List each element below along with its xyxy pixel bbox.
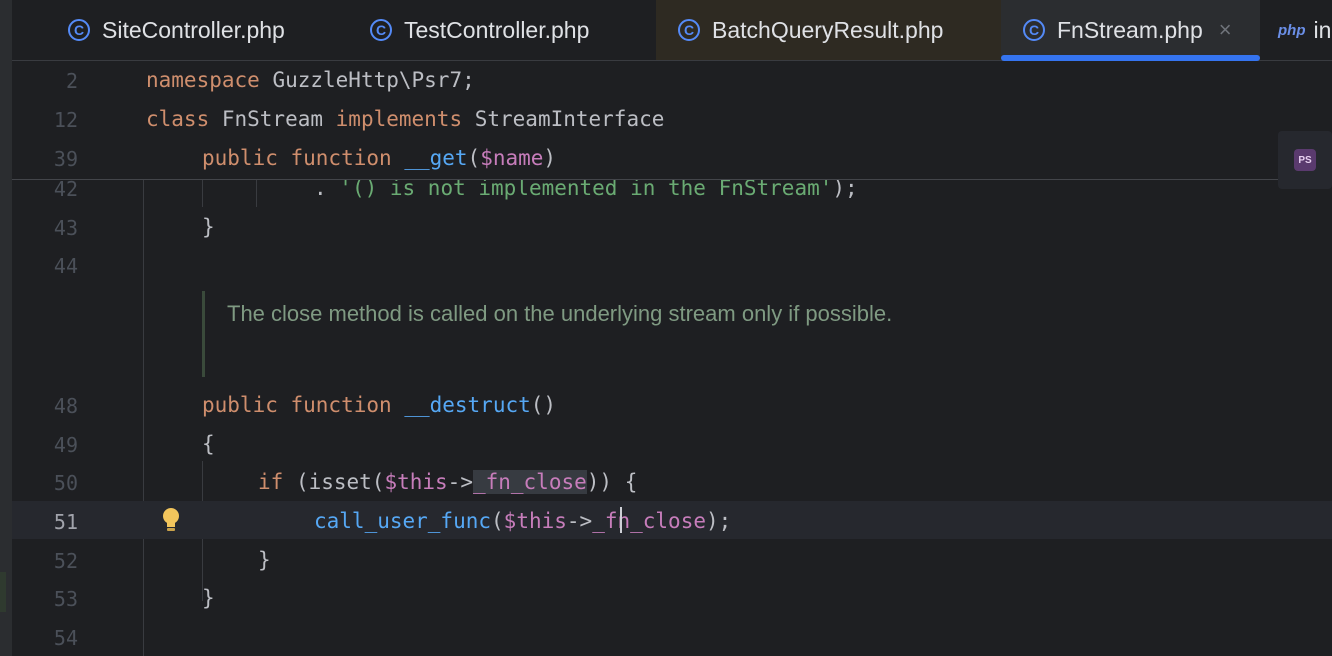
indent-guide bbox=[143, 179, 144, 656]
tab-label: SiteController.php bbox=[102, 16, 285, 43]
line-number: 53 bbox=[53, 587, 78, 611]
php-file-icon: php bbox=[1278, 21, 1306, 39]
php-class-icon: C bbox=[68, 19, 90, 41]
line-number: 43 bbox=[53, 216, 78, 240]
left-tool-strip bbox=[0, 0, 12, 656]
code-editor[interactable]: 2 namespace GuzzleHttp\Psr7; 12 class Fn… bbox=[12, 61, 1332, 656]
close-icon[interactable]: × bbox=[1219, 17, 1232, 43]
line-number: 2 bbox=[65, 69, 78, 93]
code-line: } bbox=[258, 548, 271, 572]
code-line: } bbox=[202, 215, 215, 239]
tab-batch-query-result[interactable]: C BatchQueryResult.php bbox=[656, 0, 1001, 60]
change-marker bbox=[0, 572, 6, 612]
code-line: if (isset($this->_fn_close)) { bbox=[258, 470, 638, 494]
line-number: 50 bbox=[53, 471, 78, 495]
text-caret bbox=[620, 507, 622, 533]
code-line: { bbox=[202, 432, 215, 456]
sticky-scroll-header[interactable]: 2 namespace GuzzleHttp\Psr7; 12 class Fn… bbox=[12, 61, 1332, 180]
line-number: 42 bbox=[53, 177, 78, 201]
php-class-icon: C bbox=[370, 19, 392, 41]
line-number: 48 bbox=[53, 394, 78, 418]
tab-php-file[interactable]: php in bbox=[1270, 0, 1332, 60]
phpstorm-icon: PS bbox=[1294, 149, 1316, 171]
code-line: public function __get($name) bbox=[202, 146, 557, 170]
doc-comment-text: The close method is called on the underl… bbox=[227, 301, 893, 326]
line-number: 54 bbox=[53, 626, 78, 650]
phpstorm-badge-button[interactable]: PS bbox=[1278, 131, 1332, 189]
line-number: 52 bbox=[53, 549, 78, 573]
code-line: namespace GuzzleHttp\Psr7; bbox=[146, 68, 475, 92]
line-number: 39 bbox=[53, 147, 78, 171]
tab-label: FnStream.php bbox=[1057, 16, 1203, 43]
line-number: 44 bbox=[53, 254, 78, 278]
indent-guide bbox=[202, 179, 203, 207]
tab-fn-stream[interactable]: C FnStream.php × bbox=[1001, 0, 1260, 61]
line-number: 49 bbox=[53, 433, 78, 457]
code-line-current: call_user_func($this->_fn_close); bbox=[314, 509, 732, 533]
code-line: } bbox=[202, 586, 215, 610]
tab-label: in bbox=[1313, 16, 1332, 43]
editor-tab-bar: C SiteController.php C TestController.ph… bbox=[12, 0, 1332, 61]
indent-guide bbox=[256, 179, 257, 207]
php-class-icon: C bbox=[1023, 19, 1045, 41]
tab-label: TestController.php bbox=[404, 16, 590, 43]
line-number-current: 51 bbox=[53, 510, 78, 534]
code-line: class FnStream implements StreamInterfac… bbox=[146, 107, 665, 131]
tab-site-controller[interactable]: C SiteController.php bbox=[12, 0, 352, 60]
code-line: public function __destruct() bbox=[202, 393, 557, 417]
tab-test-controller[interactable]: C TestController.php bbox=[352, 0, 656, 60]
line-number: 12 bbox=[53, 108, 78, 132]
php-class-icon: C bbox=[678, 19, 700, 41]
tab-label: BatchQueryResult.php bbox=[712, 16, 944, 43]
doc-comment-border bbox=[202, 291, 205, 377]
lightbulb-icon[interactable] bbox=[160, 507, 182, 533]
